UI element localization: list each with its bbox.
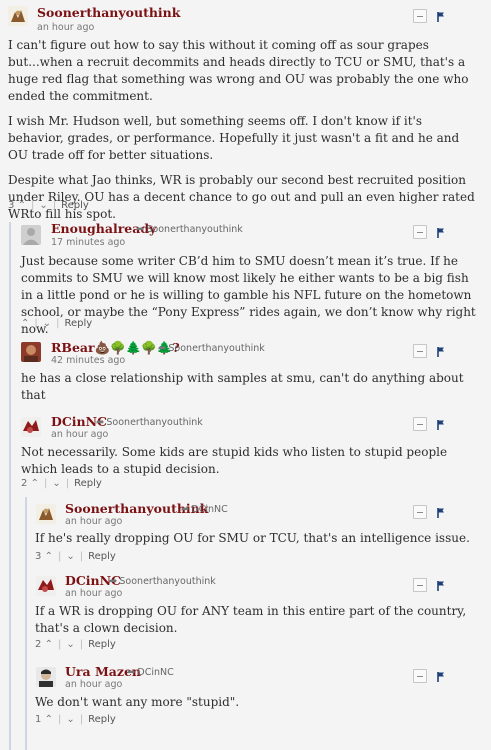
share-arrow-icon: ➦ [158,343,167,354]
comment-body: Just because some writer CB’d him to SMU… [21,253,483,346]
comment-timestamp[interactable]: 17 minutes ago [51,237,125,248]
vote-count: 2 [35,639,42,650]
comment-timestamp[interactable]: an hour ago [65,679,122,690]
reply-button[interactable]: Reply [61,200,89,211]
reply-to-name[interactable]: DCinNC [191,504,227,515]
flag-icon[interactable] [437,12,445,22]
vote-count: 2 [21,478,28,489]
comment-paragraph: he has a close relationship with samples… [21,371,464,402]
chevron-down-icon[interactable]: ⌄ [66,639,74,650]
reply-to-name[interactable]: Soonerthanyouthink [168,343,264,354]
minus-box-icon[interactable] [413,417,427,431]
avatar[interactable] [36,667,56,687]
minus-box-icon[interactable] [413,9,427,23]
reply-to-name[interactable]: Soonerthanyouthink [119,576,215,587]
reply-to-name[interactable]: Soonerthanyouthink [106,417,202,428]
comment-actions: ⌃ | ⌄ | Reply [21,318,93,329]
comment-actions: 3 ⌃ | ⌄ | Reply [8,200,89,211]
avatar[interactable] [21,417,41,437]
reply-button[interactable]: Reply [65,318,93,329]
chevron-up-icon[interactable]: ⌃ [45,551,53,562]
thread-line [9,222,11,750]
chevron-down-icon[interactable]: ⌄ [66,714,74,725]
flag-icon[interactable] [437,347,445,357]
minus-box-icon[interactable] [413,669,427,683]
reply-to-name[interactable]: Soonerthanyouthink [146,224,242,235]
chevron-down-icon[interactable]: ⌄ [39,200,47,211]
reply-to[interactable]: ➦ DCinNC [127,667,174,678]
chevron-up-icon[interactable]: ⌃ [18,200,26,211]
minus-box-icon[interactable] [413,578,427,592]
comment-actions: 2 ⌃ | ⌄ | Reply [21,478,102,489]
reply-button[interactable]: Reply [74,478,102,489]
chevron-down-icon[interactable]: ⌄ [43,318,51,329]
vote-count: 3 [35,551,42,562]
comment-paragraph: If a WR is dropping OU for ANY team in t… [35,604,467,635]
avatar[interactable] [36,504,56,524]
reply-to[interactable]: ➦ Soonerthanyouthink [109,576,216,587]
comment-author[interactable]: Soonerthanyouthink [37,5,180,20]
share-arrow-icon: ➦ [96,417,105,428]
chevron-down-icon[interactable]: ⌄ [52,478,60,489]
comment-body: he has a close relationship with samples… [21,370,483,412]
reply-to[interactable]: ➦ Soonerthanyouthink [96,417,203,428]
flag-icon[interactable] [437,420,445,430]
reply-to[interactable]: ➦ Soonerthanyouthink [158,343,265,354]
chevron-up-icon[interactable]: ⌃ [45,714,53,725]
reply-to[interactable]: ➦ Soonerthanyouthink [136,224,243,235]
flag-icon[interactable] [437,228,445,238]
reply-to-name[interactable]: DCinNC [137,667,173,678]
comment-actions: 3 ⌃ | ⌄ | Reply [35,551,116,562]
vote-count: 1 [35,714,42,725]
comment-actions: 1 ⌃ | ⌄ | Reply [35,714,116,725]
avatar[interactable] [36,576,56,596]
chevron-up-icon[interactable]: ⌃ [45,639,53,650]
reply-button[interactable]: Reply [88,639,116,650]
chevron-up-icon[interactable]: ⌃ [21,318,29,329]
comment-actions: 2 ⌃ | ⌄ | Reply [35,639,116,650]
flag-icon[interactable] [437,581,445,591]
share-arrow-icon: ➦ [181,504,190,515]
comment-paragraph: I wish Mr. Hudson well, but something se… [8,114,460,162]
comment-timestamp[interactable]: an hour ago [51,429,108,440]
avatar[interactable] [21,225,41,245]
comment-timestamp[interactable]: an hour ago [37,22,94,33]
comment-paragraph: I can't figure out how to say this witho… [8,38,469,103]
share-arrow-icon: ➦ [136,224,145,235]
share-arrow-icon: ➦ [127,667,136,678]
flag-icon[interactable] [437,508,445,518]
avatar[interactable] [8,6,28,26]
flag-icon[interactable] [437,672,445,682]
chevron-down-icon[interactable]: ⌄ [66,551,74,562]
comment-paragraph: Not necessarily. Some kids are stupid ki… [21,445,448,476]
reply-button[interactable]: Reply [88,714,116,725]
comment-paragraph: Despite what Jao thinks, WR is probably … [8,173,475,221]
minus-box-icon[interactable] [413,344,427,358]
comment-paragraph: If he's really dropping OU for SMU or TC… [35,531,470,545]
comment-timestamp[interactable]: an hour ago [65,588,122,599]
minus-box-icon[interactable] [413,225,427,239]
comment-paragraph: We don't want any more "stupid". [35,695,240,709]
comment-timestamp[interactable]: an hour ago [65,516,122,527]
chevron-up-icon[interactable]: ⌃ [31,478,39,489]
minus-box-icon[interactable] [413,505,427,519]
reply-to[interactable]: ➦ DCinNC [181,504,228,515]
vote-count: 3 [8,200,15,211]
avatar[interactable] [21,342,41,362]
thread-line [25,497,27,750]
reply-button[interactable]: Reply [88,551,116,562]
comment-timestamp[interactable]: 42 minutes ago [51,355,125,366]
share-arrow-icon: ➦ [109,576,118,587]
